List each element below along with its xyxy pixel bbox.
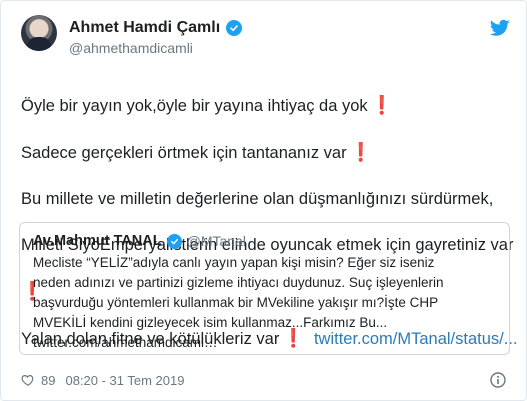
quoted-tweet[interactable]: Av.Mahmut TANAL @MTanal Mecliste “YELİZ”…: [19, 222, 510, 355]
quoted-author-name[interactable]: Av.Mahmut TANAL: [33, 233, 162, 249]
quoted-tweet-text: Mecliste “YELİZ”adıyla canlı yayın yapan…: [33, 253, 496, 353]
tweet-timestamp[interactable]: 08:20 - 31 Tem 2019: [65, 373, 184, 388]
verified-badge-icon: [166, 233, 182, 249]
tweet-card: Ahmet Hamdi Çamlı @ahmethamdicamli Öyle …: [0, 0, 527, 401]
exclamation-icon: ❗: [370, 95, 394, 115]
avatar[interactable]: [21, 15, 57, 51]
tweet-line: Bu millete ve milletin değerlerine olan …: [21, 190, 494, 208]
info-icon[interactable]: [490, 372, 506, 388]
exclamation-icon: ❗: [349, 142, 372, 162]
quoted-author-handle[interactable]: @MTanal: [187, 233, 246, 249]
quoted-line: MVEKİLİ kendini gizleyecek isim kullanma…: [33, 315, 388, 330]
like-count[interactable]: 89: [41, 373, 55, 388]
quoted-tweet-header: Av.Mahmut TANAL @MTanal: [33, 233, 496, 249]
author-name[interactable]: Ahmet Hamdi Çamlı: [69, 19, 220, 37]
author-handle[interactable]: @ahmethamdicamli: [69, 40, 193, 56]
quoted-line: neden adınızı ve partinizi gizleme ihtiy…: [33, 275, 444, 290]
quoted-line: Mecliste “YELİZ”adıyla canlı yayın yapan…: [33, 255, 435, 270]
quoted-line: başvurduğu yöntemleri kullanmak bir MVek…: [33, 295, 439, 310]
author-name-row[interactable]: Ahmet Hamdi Çamlı: [69, 19, 243, 37]
twitter-bird-icon[interactable]: [490, 19, 510, 37]
verified-badge-icon: [226, 20, 243, 36]
quoted-line: twitter.com/ahmethamdicaml…: [33, 335, 218, 350]
tweet-line: Sadece gerçekleri örtmek için tantananız…: [21, 142, 372, 162]
tweet-line: Öyle bir yayın yok,öyle bir yayına ihtiy…: [21, 95, 394, 115]
tweet-footer: 89 08:20 - 31 Tem 2019: [21, 369, 506, 391]
tweet-header: Ahmet Hamdi Çamlı @ahmethamdicamli: [21, 15, 510, 63]
heart-icon[interactable]: [21, 373, 35, 387]
